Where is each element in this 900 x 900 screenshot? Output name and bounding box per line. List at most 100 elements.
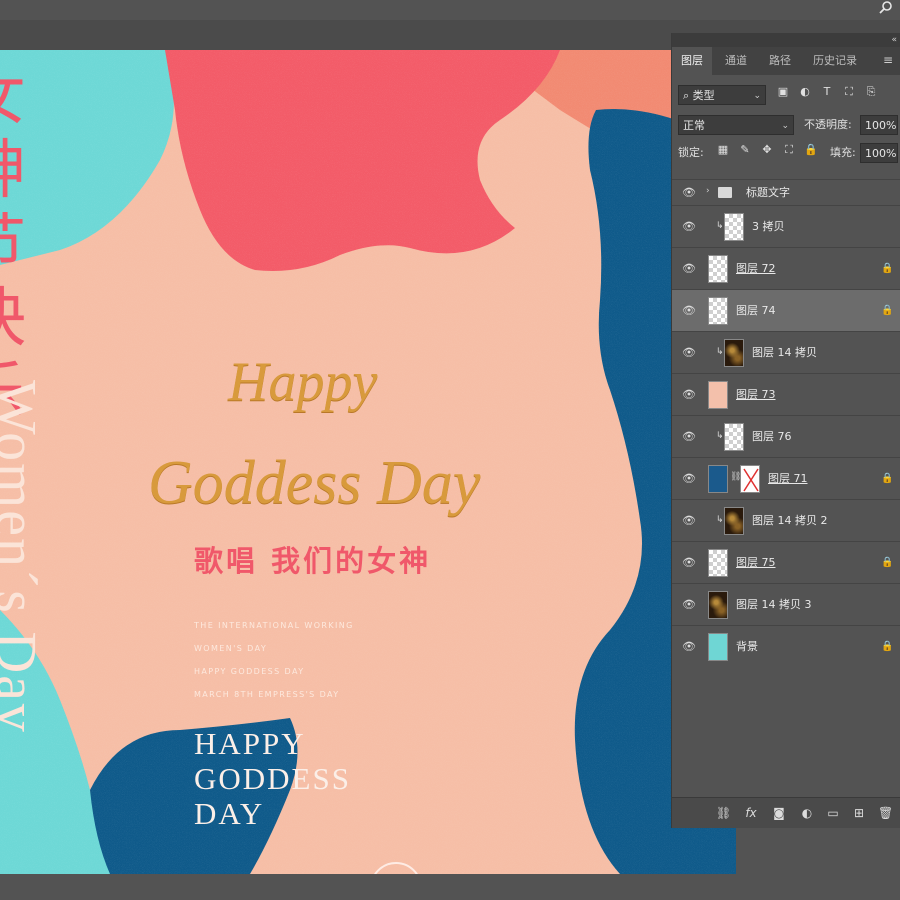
chevron-right-icon[interactable]: › — [706, 186, 710, 196]
eye-icon[interactable]: 👁 — [682, 598, 696, 611]
vertical-chinese-title: 女神节快乐 — [0, 60, 52, 430]
eye-icon[interactable]: 👁 — [682, 514, 696, 527]
lock-icon: 🔒 — [881, 640, 894, 652]
new-group-icon[interactable]: ▭ — [826, 806, 840, 820]
bottom-bar — [0, 874, 900, 900]
lock-transparency-icon[interactable]: ▦ — [716, 143, 730, 157]
fill-field[interactable]: 100% — [860, 143, 898, 163]
lock-row: 锁定: ▦ ✎ ✥ ⛶ 🔒 填充: 100% — [672, 139, 900, 167]
filter-kind-dropdown[interactable]: ⌕ 类型 ⌄ — [678, 85, 766, 105]
layer-row[interactable]: 👁 图层 14 拷贝 3 — [672, 583, 900, 625]
clipping-mask-icon: ↳ — [716, 346, 724, 357]
adjustment-filter-icon[interactable]: ◐ — [798, 85, 812, 99]
lock-artboard-icon[interactable]: ⛶ — [782, 143, 796, 157]
filter-search-icon: ⌕ — [683, 89, 693, 102]
link-layers-icon[interactable]: ⛓ — [716, 806, 731, 820]
layer-thumbnail — [708, 297, 728, 325]
collapse-panel-icon[interactable]: « — [891, 35, 897, 45]
layer-name: 图层 14 拷贝 — [752, 345, 817, 359]
big-title-line: GODDESS — [194, 761, 351, 796]
eye-icon[interactable]: 👁 — [682, 304, 696, 317]
layer-row[interactable]: 👁 图层 75 🔒 — [672, 541, 900, 583]
opacity-field[interactable]: 100% — [860, 115, 898, 135]
layer-row-selected[interactable]: 👁 图层 74 🔒 — [672, 289, 900, 331]
lock-label: 锁定: — [678, 146, 704, 159]
layer-name: 图层 71 — [768, 471, 808, 485]
type-filter-icon[interactable]: T — [820, 85, 834, 99]
script-title-goddess-day: Goddess Day — [148, 449, 481, 517]
layer-thumbnail — [708, 255, 728, 283]
image-filter-icon[interactable]: ▣ — [776, 85, 790, 99]
layer-row[interactable]: 👁 图层 72 🔒 — [672, 247, 900, 289]
eye-icon[interactable]: 👁 — [682, 388, 696, 401]
add-mask-icon[interactable]: ◙ — [772, 806, 786, 820]
lock-icon: 🔒 — [881, 304, 894, 316]
chevron-down-icon: ⌄ — [753, 91, 761, 101]
tab-paths[interactable]: 路径 — [760, 47, 800, 75]
lock-icon: 🔒 — [881, 472, 894, 484]
layer-row[interactable]: 👁 ↳ 图层 14 拷贝 — [672, 331, 900, 373]
layer-row[interactable]: 👁 ↳ 图层 14 拷贝 2 — [672, 499, 900, 541]
lock-icon: 🔒 — [881, 262, 894, 274]
trash-icon[interactable]: 🗑 — [878, 806, 893, 820]
caption-line: HAPPY GODDESS DAY — [194, 667, 305, 676]
small-caption-lines: THE INTERNATIONAL WORKING WOMEN'S DAY HA… — [194, 620, 354, 712]
panel-header: « — [672, 33, 900, 47]
caption-line: WOMEN'S DAY — [194, 644, 268, 653]
layer-name: 图层 72 — [736, 261, 776, 275]
layer-row-group[interactable]: 👁 › 标题文字 — [672, 179, 900, 205]
layer-list: 👁 › 标题文字 👁 ↳ 3 拷贝 👁 图层 72 🔒 👁 图层 74 🔒 👁 … — [672, 179, 900, 667]
big-title-line: DAY — [194, 796, 265, 831]
lock-all-icon[interactable]: 🔒 — [804, 143, 818, 157]
eye-icon[interactable]: 👁 — [682, 220, 696, 233]
layer-row[interactable]: 👁 ↳ 图层 76 — [672, 415, 900, 457]
search-icon[interactable] — [878, 0, 894, 16]
lock-icon: 🔒 — [881, 556, 894, 568]
panel-footer: ⛓ fx ◙ ◐ ▭ ⊞ 🗑 — [672, 797, 900, 828]
panel-menu-icon[interactable]: ≡ — [883, 53, 895, 67]
layer-mask-thumbnail[interactable] — [740, 465, 760, 493]
eye-icon[interactable]: 👁 — [682, 472, 696, 485]
fx-icon[interactable]: fx — [744, 806, 758, 820]
eye-icon[interactable]: 👁 — [682, 186, 696, 199]
tab-history[interactable]: 历史记录 — [802, 47, 868, 75]
eye-icon[interactable]: 👁 — [682, 430, 696, 443]
lock-pixels-icon[interactable]: ✎ — [738, 143, 752, 157]
blend-row: 正常 ⌄ 不透明度: 100% — [672, 111, 900, 139]
eye-icon[interactable]: 👁 — [682, 262, 696, 275]
lock-icons: ▦ ✎ ✥ ⛶ 🔒 — [716, 143, 826, 157]
layer-row[interactable]: 👁 ⛓ 图层 71 🔒 — [672, 457, 900, 499]
eye-icon[interactable]: 👁 — [682, 346, 696, 359]
layer-name: 图层 75 — [736, 555, 776, 569]
lock-position-icon[interactable]: ✥ — [760, 143, 774, 157]
layer-thumbnail — [724, 423, 744, 451]
folder-icon — [718, 187, 732, 198]
tab-layers[interactable]: 图层 — [672, 47, 712, 75]
layer-name: 3 拷贝 — [752, 219, 785, 233]
eye-icon[interactable]: 👁 — [682, 640, 696, 653]
clipping-mask-icon: ↳ — [716, 220, 724, 231]
layer-row-background[interactable]: 👁 背景 🔒 — [672, 625, 900, 667]
shape-filter-icon[interactable]: ⛶ — [842, 85, 856, 99]
adjustment-layer-icon[interactable]: ◐ — [800, 806, 814, 820]
caption-line: THE INTERNATIONAL WORKING — [194, 621, 354, 630]
layer-name: 图层 14 拷贝 3 — [736, 597, 812, 611]
document-canvas[interactable]: 女神节快乐 Women´s Day Happy Goddess Day 歌唱 我… — [0, 50, 736, 874]
big-english-title: HAPPY GODDESS DAY — [194, 726, 351, 831]
eye-icon[interactable]: 👁 — [682, 556, 696, 569]
blend-mode-dropdown[interactable]: 正常 ⌄ — [678, 115, 794, 135]
big-title-line: HAPPY — [194, 726, 306, 761]
smart-object-filter-icon[interactable]: ⎘ — [864, 85, 878, 99]
new-layer-icon[interactable]: ⊞ — [852, 806, 866, 820]
layer-thumbnail — [708, 381, 728, 409]
top-bar — [0, 0, 900, 20]
layer-name: 图层 73 — [736, 387, 776, 401]
tab-channels[interactable]: 通道 — [714, 47, 758, 75]
filter-row: ⌕ 类型 ⌄ ▣ ◐ T ⛶ ⎘ — [672, 81, 900, 109]
layer-thumbnail — [724, 213, 744, 241]
layer-row[interactable]: 👁 ↳ 3 拷贝 — [672, 205, 900, 247]
layer-row[interactable]: 👁 图层 73 — [672, 373, 900, 415]
layer-name: 图层 76 — [752, 429, 792, 443]
layer-thumbnail — [708, 633, 728, 661]
opacity-label: 不透明度: — [804, 118, 852, 131]
